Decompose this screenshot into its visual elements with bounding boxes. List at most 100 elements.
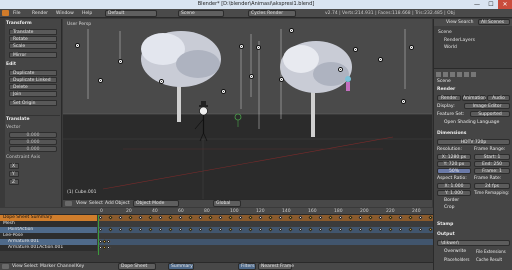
keyframe[interactable] — [138, 215, 143, 220]
minimize-button[interactable]: — — [470, 0, 484, 9]
snap-selector[interactable]: Nearest Frame — [258, 263, 294, 270]
tool-shelf-tabs[interactable] — [0, 19, 5, 207]
keyframe[interactable] — [368, 227, 373, 232]
lamp-icon[interactable] — [118, 59, 123, 64]
aspect-y-field[interactable]: Y: 1.000 — [437, 190, 471, 196]
keyframe[interactable] — [118, 227, 123, 232]
outliner-item-world[interactable]: World — [444, 45, 457, 50]
editor-type-icon[interactable] — [65, 201, 72, 206]
edit-panel-header[interactable]: Edit — [6, 62, 60, 68]
keyframe[interactable] — [338, 227, 343, 232]
resolution-percent-slider[interactable]: 50% — [437, 168, 471, 174]
keyframe[interactable] — [228, 215, 233, 220]
keyframe[interactable] — [108, 227, 113, 232]
keyframe[interactable] — [98, 215, 103, 220]
keyframe[interactable] — [158, 215, 163, 220]
vector-y-field[interactable]: 0.000 — [9, 139, 57, 145]
keyframe[interactable] — [328, 215, 333, 220]
3d-viewport[interactable]: User Persp (1) Cube.001 — [63, 19, 432, 207]
vector-z-field[interactable]: 0.000 — [9, 146, 57, 152]
playhead[interactable] — [98, 215, 99, 255]
close-button[interactable]: ✕ — [498, 0, 512, 9]
frame-start-field[interactable]: Start: 1 — [474, 154, 510, 160]
translate-button[interactable]: Translate — [9, 29, 57, 35]
outliner[interactable]: View Search All Scenes Scene RenderLayer… — [434, 19, 512, 69]
render-panel-header[interactable]: Render — [437, 87, 511, 93]
resolution-x-field[interactable]: X: 1280 px — [437, 154, 471, 160]
lamp-icon[interactable] — [401, 99, 406, 104]
keyframe[interactable] — [378, 227, 383, 232]
keyframe[interactable] — [358, 227, 363, 232]
lamp-icon[interactable] — [378, 57, 383, 62]
dimensions-panel-header[interactable]: Dimensions — [437, 131, 511, 137]
keyframe[interactable] — [398, 215, 403, 220]
keyframe[interactable] — [348, 215, 353, 220]
duplicate-linked-button[interactable]: Duplicate Linked — [9, 77, 57, 83]
keyframe[interactable] — [338, 215, 343, 220]
constraint-z-checkbox[interactable]: Z — [9, 179, 19, 185]
lamp-icon[interactable] — [353, 47, 358, 52]
keyframe[interactable] — [188, 227, 193, 232]
keyframe[interactable] — [428, 215, 433, 220]
layout-selector[interactable]: Default — [105, 10, 157, 17]
preset-selector[interactable]: HDTV 720p — [437, 139, 510, 145]
maximize-button[interactable]: ☐ — [484, 0, 498, 9]
audio-button[interactable]: Audio — [487, 95, 510, 101]
keyframe[interactable] — [218, 215, 223, 220]
osl-checkbox[interactable]: Open Shading Language — [437, 120, 511, 126]
keyframe[interactable] — [208, 227, 213, 232]
keyframe[interactable] — [418, 215, 423, 220]
keyframe[interactable] — [188, 215, 193, 220]
render-engine-selector[interactable]: Cycles Render — [248, 10, 296, 17]
keyframe[interactable] — [368, 215, 373, 220]
keyframes-layer[interactable] — [0, 208, 433, 262]
lamp-icon[interactable] — [249, 74, 254, 79]
menu-add[interactable]: Add — [105, 201, 114, 206]
constraint-x-checkbox[interactable]: X — [9, 163, 19, 169]
menu-render[interactable]: Render — [32, 11, 48, 16]
outliner-item-renderlayers[interactable]: RenderLayers — [444, 38, 475, 43]
filters-toggle[interactable]: Filters — [238, 263, 256, 270]
keyframe[interactable] — [328, 227, 333, 232]
animation-button[interactable]: Animation — [462, 95, 486, 101]
menu-select[interactable]: Select — [24, 264, 38, 269]
scene-selector[interactable]: Scene — [178, 10, 224, 17]
keyframe[interactable] — [388, 227, 393, 232]
keyframe[interactable] — [148, 215, 153, 220]
menu-view[interactable]: View — [76, 201, 87, 206]
file-extensions-checkbox[interactable]: File Extensions — [476, 249, 512, 255]
menu-channel[interactable]: Channel — [57, 264, 75, 269]
keyframe[interactable] — [198, 215, 203, 220]
keyframe[interactable] — [278, 227, 283, 232]
outliner-view-menu[interactable]: View — [446, 20, 457, 25]
keyframe[interactable] — [268, 227, 273, 232]
keyframe[interactable] — [248, 227, 253, 232]
keyframe[interactable] — [98, 227, 103, 232]
keyframe[interactable] — [398, 227, 403, 232]
keyframe[interactable] — [248, 215, 253, 220]
keyframe[interactable] — [298, 227, 303, 232]
keyframe[interactable] — [178, 215, 183, 220]
render-button[interactable]: Render — [437, 95, 461, 101]
keyframe[interactable] — [318, 227, 323, 232]
output-panel-header[interactable]: Output — [437, 232, 511, 238]
crop-checkbox[interactable]: Crop — [437, 205, 471, 211]
dope-sheet-editor[interactable]: 0 20 40 60 80 100 120 140 160 180 200 22… — [0, 208, 433, 262]
keyframe[interactable] — [308, 227, 313, 232]
keyframe[interactable] — [308, 215, 313, 220]
keyframe[interactable] — [118, 215, 123, 220]
orientation-selector[interactable]: Global — [213, 200, 241, 207]
keyframe[interactable] — [268, 215, 273, 220]
menu-view[interactable]: View — [12, 264, 23, 269]
scale-button[interactable]: Scale — [9, 43, 57, 49]
keyframe[interactable] — [288, 227, 293, 232]
small-figure[interactable] — [345, 76, 351, 91]
keyframe[interactable] — [128, 227, 133, 232]
keyframe[interactable] — [168, 215, 173, 220]
keyframe[interactable] — [218, 227, 223, 232]
menu-file[interactable]: File — [13, 11, 21, 16]
lamp-icon[interactable] — [98, 78, 103, 83]
frame-rate-selector[interactable]: 24 fps — [474, 183, 510, 189]
keyframe[interactable] — [288, 215, 293, 220]
lamp-icon[interactable] — [289, 28, 294, 33]
